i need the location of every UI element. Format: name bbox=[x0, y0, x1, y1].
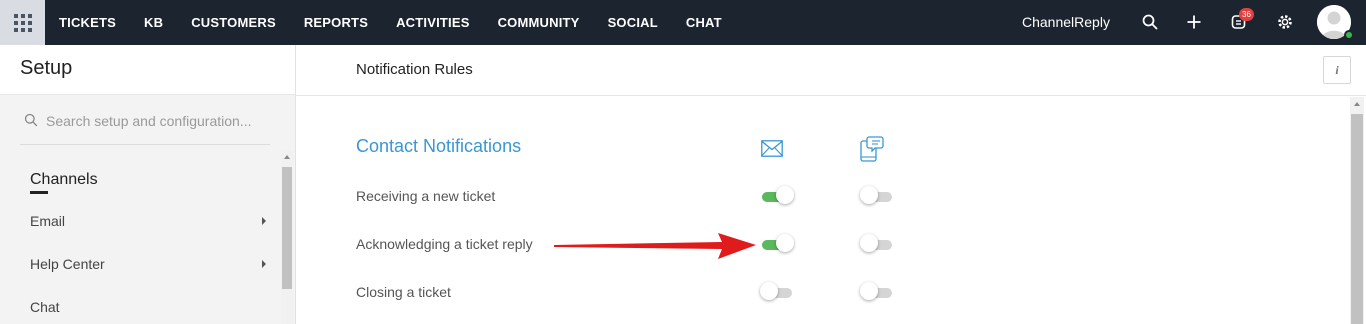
sidebar-item-chat[interactable]: Chat bbox=[30, 299, 266, 315]
notification-badge: 36 bbox=[1239, 8, 1254, 21]
gear-icon[interactable] bbox=[1275, 12, 1295, 32]
main-nav: TICKETS KB CUSTOMERS REPORTS ACTIVITIES … bbox=[45, 0, 736, 45]
search-icon[interactable] bbox=[1140, 12, 1160, 32]
toggle-email-acknowledge-reply[interactable] bbox=[760, 234, 794, 252]
department-switcher[interactable]: ChannelReply bbox=[1022, 14, 1110, 30]
setup-title: Setup bbox=[20, 57, 73, 79]
section-underline bbox=[30, 191, 48, 194]
email-icon bbox=[761, 140, 783, 162]
nav-reports[interactable]: REPORTS bbox=[290, 15, 382, 30]
main-header: Notification Rules i bbox=[296, 45, 1366, 96]
rule-label-closing-ticket: Closing a ticket bbox=[356, 284, 451, 300]
toggle-email-closing-ticket[interactable] bbox=[760, 282, 794, 300]
rule-label-new-ticket: Receiving a new ticket bbox=[356, 188, 496, 204]
plus-icon[interactable] bbox=[1184, 12, 1204, 32]
main-scroll-thumb[interactable] bbox=[1351, 114, 1363, 324]
search-icon bbox=[24, 113, 38, 132]
setup-search bbox=[20, 107, 270, 145]
online-status-dot bbox=[1344, 30, 1354, 40]
info-button[interactable]: i bbox=[1323, 56, 1351, 84]
rule-label-acknowledge-reply: Acknowledging a ticket reply bbox=[356, 236, 533, 252]
toggle-email-new-ticket[interactable] bbox=[760, 186, 794, 204]
nav-chat[interactable]: CHAT bbox=[672, 15, 736, 30]
page-title: Notification Rules bbox=[356, 61, 473, 78]
nav-social[interactable]: SOCIAL bbox=[594, 15, 672, 30]
mobile-chat-icon bbox=[860, 136, 884, 167]
setup-header: Setup bbox=[0, 45, 295, 95]
sidebar-item-help-center[interactable]: Help Center bbox=[30, 256, 266, 272]
sidebar-scroll-thumb[interactable] bbox=[282, 167, 292, 289]
toggle-mobile-acknowledge-reply[interactable] bbox=[860, 234, 894, 252]
nav-tickets[interactable]: TICKETS bbox=[45, 15, 130, 30]
nav-kb[interactable]: KB bbox=[130, 15, 177, 30]
sidebar-item-label: Help Center bbox=[30, 256, 105, 272]
annotation-arrow bbox=[554, 233, 756, 259]
toggle-mobile-closing-ticket[interactable] bbox=[860, 282, 894, 300]
contact-notifications-heading: Contact Notifications bbox=[356, 136, 522, 156]
sidebar-item-label: Chat bbox=[30, 299, 60, 315]
nav-customers[interactable]: CUSTOMERS bbox=[177, 15, 290, 30]
setup-sidebar: Setup Channels Email Help Center Chat bbox=[0, 45, 296, 324]
scroll-up-arrow-icon[interactable] bbox=[284, 155, 290, 159]
toggle-mobile-new-ticket[interactable] bbox=[860, 186, 894, 204]
top-navigation-bar: TICKETS KB CUSTOMERS REPORTS ACTIVITIES … bbox=[0, 0, 1366, 45]
chevron-right-icon bbox=[262, 217, 266, 225]
apps-grid-icon[interactable] bbox=[0, 0, 45, 45]
setup-search-input[interactable] bbox=[46, 109, 270, 133]
chevron-right-icon bbox=[262, 260, 266, 268]
scroll-up-arrow-icon[interactable] bbox=[1354, 102, 1360, 106]
section-title-channels: Channels bbox=[30, 171, 98, 188]
nav-activities[interactable]: ACTIVITIES bbox=[382, 15, 484, 30]
sidebar-item-email[interactable]: Email bbox=[30, 213, 266, 229]
sidebar-item-label: Email bbox=[30, 213, 66, 229]
nav-community[interactable]: COMMUNITY bbox=[484, 15, 594, 30]
